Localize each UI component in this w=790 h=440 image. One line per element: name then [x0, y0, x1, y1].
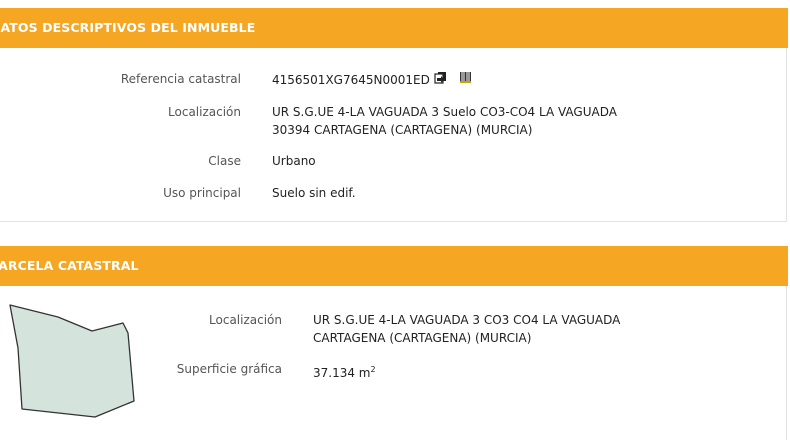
parcel-outline-icon[interactable]	[0, 293, 150, 423]
section-header-parcela-catastral: PARCELA CATASTRAL	[0, 246, 788, 286]
label-superficie-grafica: Superficie gráfica	[176, 362, 282, 376]
superficie-value: 37.134 m	[313, 366, 371, 380]
value-localizacion-line1: UR S.G.UE 4-LA VAGUADA 3 Suelo CO3-CO4 L…	[272, 105, 617, 119]
referencia-catastral-text[interactable]: 4156501XG7645N0001ED	[272, 73, 430, 87]
label-parcela-localizacion: Localización	[209, 313, 282, 327]
section-title: PARCELA CATASTRAL	[0, 258, 139, 273]
value-localizacion-line2: 30394 CARTAGENA (CARTAGENA) (MURCIA)	[272, 123, 533, 137]
value-referencia-catastral: 4156501XG7645N0001ED	[272, 71, 472, 90]
label-referencia-catastral: Referencia catastral	[120, 72, 241, 86]
copy-reference-icon[interactable]	[434, 71, 447, 90]
value-superficie-grafica: 37.134 m2	[313, 360, 376, 383]
value-parcela-localizacion-line1: UR S.G.UE 4-LA VAGUADA 3 CO3 CO4 LA VAGU…	[313, 313, 621, 327]
barcode-icon[interactable]	[459, 71, 472, 90]
label-localizacion: Localización	[168, 105, 241, 119]
value-parcela-localizacion-line2: CARTAGENA (CARTAGENA) (MURCIA)	[313, 331, 532, 345]
section-title: DATOS DESCRIPTIVOS DEL INMUEBLE	[0, 20, 256, 35]
label-clase: Clase	[208, 154, 241, 168]
label-uso-principal: Uso principal	[163, 186, 241, 200]
catastro-page: DATOS DESCRIPTIVOS DEL INMUEBLE Referenc…	[0, 0, 790, 440]
superficie-unit-exponent: 2	[370, 365, 376, 374]
value-uso-principal: Suelo sin edif.	[272, 186, 356, 200]
section-header-datos-descriptivos: DATOS DESCRIPTIVOS DEL INMUEBLE	[0, 8, 788, 48]
value-clase: Urbano	[272, 154, 316, 168]
